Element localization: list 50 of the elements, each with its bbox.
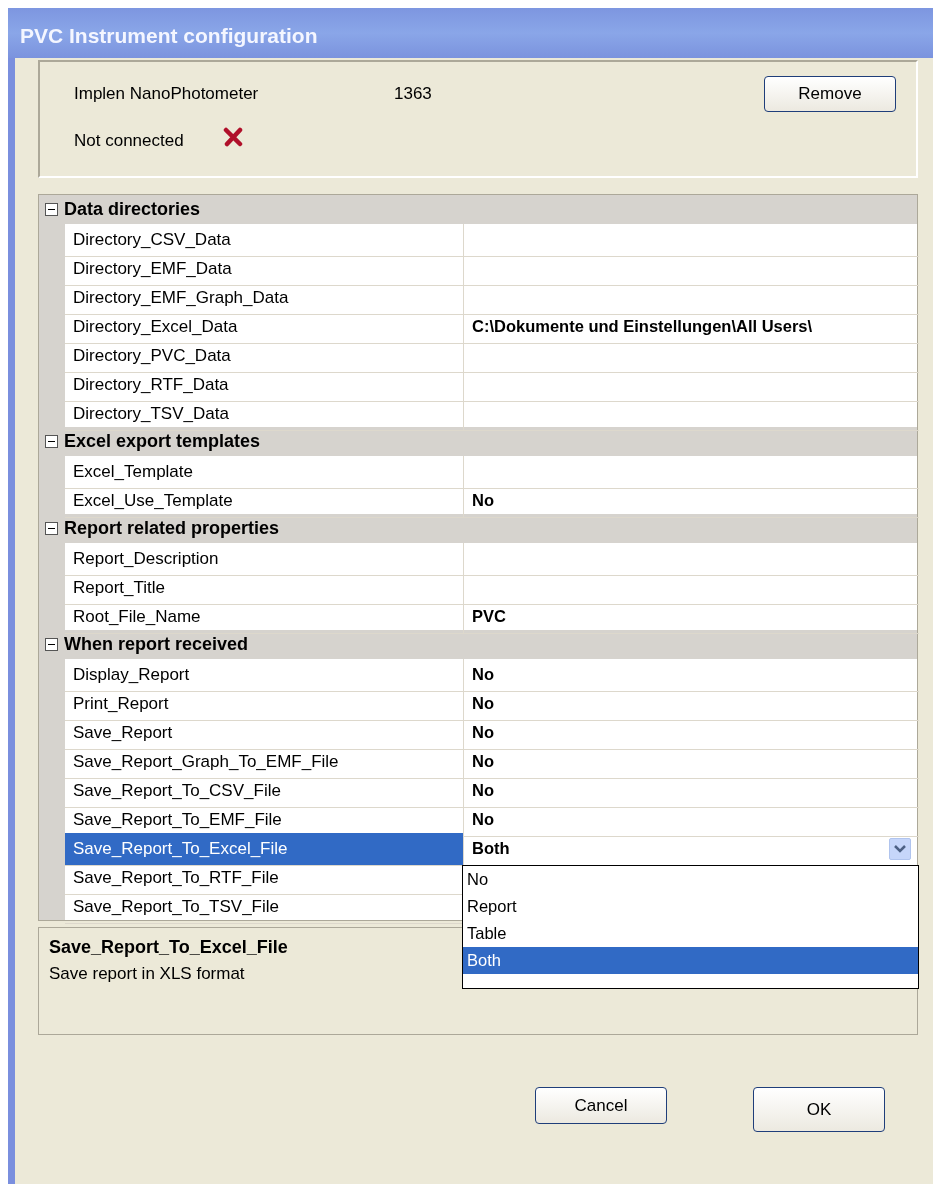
device-name: Implen NanoPhotometer [74,83,260,106]
property-name[interactable]: Save_Report_To_CSV_File [65,775,464,808]
property-name[interactable]: Directory_Excel_Data [65,311,464,344]
device-serial: 1363 [394,83,432,106]
collapse-toggle-icon[interactable] [45,203,58,216]
description-title: Save_Report_To_Excel_File [49,936,288,959]
property-value: Both [472,838,510,860]
property-name[interactable]: Directory_EMF_Data [65,253,464,286]
dropdown-option[interactable]: Report [463,892,918,920]
property-value: No [472,809,494,831]
property-value: PVC [472,606,506,628]
collapse-toggle-icon[interactable] [45,638,58,651]
property-value: C:\Dokumente und Einstellungen\All Users\ [472,316,813,338]
property-value: No [472,664,494,686]
property-name[interactable]: Save_Report_To_RTF_File [65,862,464,895]
category-label: Excel export templates [64,430,261,453]
property-name[interactable]: Save_Report_To_TSV_File [65,891,464,924]
dropdown-option[interactable]: Both [463,946,918,974]
property-name[interactable]: Save_Report_Graph_To_EMF_File [65,746,464,779]
chevron-down-icon [893,843,907,854]
property-name[interactable]: Report_Description [65,543,464,576]
property-name[interactable]: Report_Title [65,572,464,605]
dropdown-button[interactable] [889,837,911,860]
collapse-toggle-icon[interactable] [45,522,58,535]
remove-button[interactable]: Remove [764,76,896,112]
property-name[interactable]: Directory_CSV_Data [65,224,464,257]
dropdown-option[interactable]: No [463,865,918,893]
property-name[interactable]: Display_Report [65,659,464,692]
property-value: No [472,693,494,715]
property-value: No [472,722,494,744]
property-name[interactable]: Save_Report [65,717,464,750]
property-name[interactable]: Save_Report_To_Excel_File [65,833,464,866]
property-name[interactable]: Print_Report [65,688,464,721]
property-name[interactable]: Directory_RTF_Data [65,369,464,402]
property-name[interactable]: Directory_EMF_Graph_Data [65,282,464,315]
description-text: Save report in XLS format [49,963,245,985]
property-name[interactable]: Directory_PVC_Data [65,340,464,373]
cancel-button[interactable]: Cancel [535,1087,667,1124]
category-label: When report received [64,633,249,656]
category-label: Report related properties [64,517,280,540]
collapse-toggle-icon[interactable] [45,435,58,448]
dropdown-option[interactable]: Table [463,919,918,947]
category-label: Data directories [64,198,201,221]
property-value: No [472,490,494,512]
window-title: PVC Instrument configuration [8,8,933,58]
property-value: No [472,751,494,773]
ok-button[interactable]: OK [753,1087,885,1132]
property-name[interactable]: Excel_Template [65,456,464,489]
status-text: Not connected [74,130,184,152]
property-value: No [472,780,494,802]
